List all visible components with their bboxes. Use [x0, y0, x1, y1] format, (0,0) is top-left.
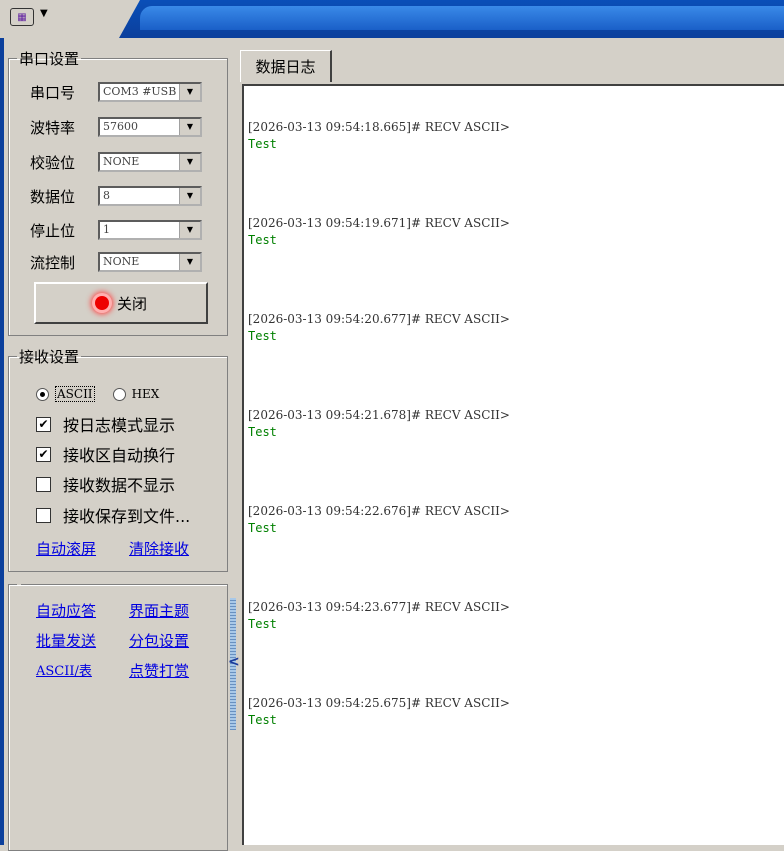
log-body: Test	[248, 329, 277, 343]
serial-settings-title: 串口设置	[19, 50, 80, 68]
chevron-down-icon[interactable]: ▼	[179, 254, 200, 270]
checkbox[interactable]	[36, 507, 51, 523]
batch-send-link[interactable]: 批量发送	[36, 630, 96, 651]
chevron-down-icon[interactable]: ▼	[179, 188, 200, 204]
databits-value: 8	[103, 189, 110, 202]
stopbits-select[interactable]: 1 ▼	[98, 220, 202, 240]
baud-label: 波特率	[30, 118, 76, 137]
parity-value: NONE	[103, 155, 140, 168]
chevron-down-icon[interactable]: ▼	[179, 154, 200, 170]
flow-label: 流控制	[30, 253, 76, 272]
port-row: 串口号 COM3 #USB ▼	[30, 80, 202, 104]
packet-settings-link[interactable]: 分包设置	[129, 630, 189, 651]
log-header: [2026-03-13 09:54:22.676]# RECV ASCII>	[248, 504, 510, 518]
baud-row: 波特率 57600 ▼	[30, 115, 202, 139]
baud-value: 57600	[103, 120, 138, 133]
parity-label: 校验位	[30, 153, 76, 172]
log-body: Test	[248, 425, 277, 439]
option-label: 接收保存到文件...	[63, 507, 191, 526]
theme-link[interactable]: 界面主题	[129, 600, 189, 621]
flow-value: NONE	[103, 255, 140, 268]
parity-row: 校验位 NONE ▼	[30, 150, 202, 174]
auto-scroll-link[interactable]: 自动滚屏	[36, 538, 96, 559]
window-frame-left	[0, 38, 4, 845]
option-hide-data[interactable]: 接收数据不显示	[36, 472, 175, 496]
log-header: [2026-03-13 09:54:20.677]# RECV ASCII>	[248, 312, 510, 326]
baud-select[interactable]: 57600 ▼	[98, 117, 202, 137]
stopbits-value: 1	[103, 223, 110, 236]
log-entry: [2026-03-13 09:54:22.676]# RECV ASCII> T…	[248, 502, 510, 536]
option-save-to-file[interactable]: 接收保存到文件...	[36, 503, 190, 527]
stopbits-label: 停止位	[30, 221, 76, 240]
log-body: Test	[248, 233, 277, 247]
log-entry: [2026-03-13 09:54:21.678]# RECV ASCII> T…	[248, 406, 510, 440]
log-entry: [2026-03-13 09:54:23.677]# RECV ASCII> T…	[248, 598, 510, 632]
close-port-button[interactable]: 关闭	[34, 282, 208, 324]
checkbox[interactable]	[36, 476, 51, 492]
option-label: 接收数据不显示	[63, 476, 176, 495]
option-log-mode[interactable]: ✔ 按日志模式显示	[36, 412, 175, 436]
checkbox[interactable]: ✔	[36, 446, 51, 462]
ascii-radio-label[interactable]: ASCII	[55, 386, 95, 402]
log-body: Test	[248, 617, 277, 631]
log-body: Test	[248, 137, 277, 151]
log-area[interactable]: [2026-03-13 09:54:18.665]# RECV ASCII> T…	[242, 84, 784, 845]
tools-group	[8, 584, 228, 851]
databits-label: 数据位	[30, 187, 76, 206]
option-label: 按日志模式显示	[63, 416, 176, 435]
title-bar-highlight	[140, 6, 784, 30]
log-body: Test	[248, 713, 277, 727]
log-header: [2026-03-13 09:54:18.665]# RECV ASCII>	[248, 120, 510, 134]
app-icon[interactable]: ▦	[10, 8, 34, 26]
hex-radio[interactable]	[112, 387, 126, 401]
option-auto-wrap[interactable]: ✔ 接收区自动换行	[36, 442, 175, 466]
receive-mode-row: ASCII HEX	[36, 386, 159, 402]
log-header: [2026-03-13 09:54:19.671]# RECV ASCII>	[248, 216, 510, 230]
led-indicator-icon	[94, 296, 109, 310]
log-entry: [2026-03-13 09:54:18.665]# RECV ASCII> T…	[248, 118, 510, 152]
ascii-radio[interactable]	[36, 387, 49, 401]
hex-radio-label[interactable]: HEX	[132, 387, 160, 401]
log-entry: [2026-03-13 09:54:25.675]# RECV ASCII> T…	[248, 694, 510, 728]
stopbits-row: 停止位 1 ▼	[30, 218, 202, 242]
log-header: [2026-03-13 09:54:23.677]# RECV ASCII>	[248, 600, 510, 614]
chevron-left-icon[interactable]: <	[228, 654, 240, 670]
parity-select[interactable]: NONE ▼	[98, 152, 202, 172]
tab-data-log[interactable]: 数据日志	[240, 50, 332, 82]
databits-row: 数据位 8 ▼	[30, 184, 202, 208]
chevron-down-icon[interactable]: ▼	[40, 8, 48, 19]
clear-receive-link[interactable]: 清除接收	[129, 538, 189, 559]
flow-row: 流控制 NONE ▼	[30, 250, 202, 274]
option-label: 接收区自动换行	[63, 446, 176, 465]
ascii-table-link[interactable]: ASCII/表	[36, 660, 92, 679]
log-entry: [2026-03-13 09:54:20.677]# RECV ASCII> T…	[248, 310, 510, 344]
log-body: Test	[248, 521, 277, 535]
flow-select[interactable]: NONE ▼	[98, 252, 202, 272]
log-header: [2026-03-13 09:54:21.678]# RECV ASCII>	[248, 408, 510, 422]
chevron-down-icon[interactable]: ▼	[179, 222, 200, 238]
auto-reply-link[interactable]: 自动应答	[36, 600, 96, 621]
log-header: [2026-03-13 09:54:25.675]# RECV ASCII>	[248, 696, 510, 710]
chevron-down-icon[interactable]: ▼	[179, 84, 200, 100]
title-bar: ▦ ▼	[0, 0, 784, 38]
checkbox[interactable]: ✔	[36, 416, 51, 432]
receive-settings-title: 接收设置	[19, 348, 80, 366]
donate-link[interactable]: 点赞打赏	[129, 660, 189, 681]
log-entry: [2026-03-13 09:54:19.671]# RECV ASCII> T…	[248, 214, 510, 248]
chevron-down-icon[interactable]: ▼	[179, 119, 200, 135]
port-value: COM3 #USB	[103, 85, 177, 98]
close-port-label: 关闭	[116, 294, 147, 313]
port-select[interactable]: COM3 #USB ▼	[98, 82, 202, 102]
port-label: 串口号	[30, 83, 76, 102]
databits-select[interactable]: 8 ▼	[98, 186, 202, 206]
